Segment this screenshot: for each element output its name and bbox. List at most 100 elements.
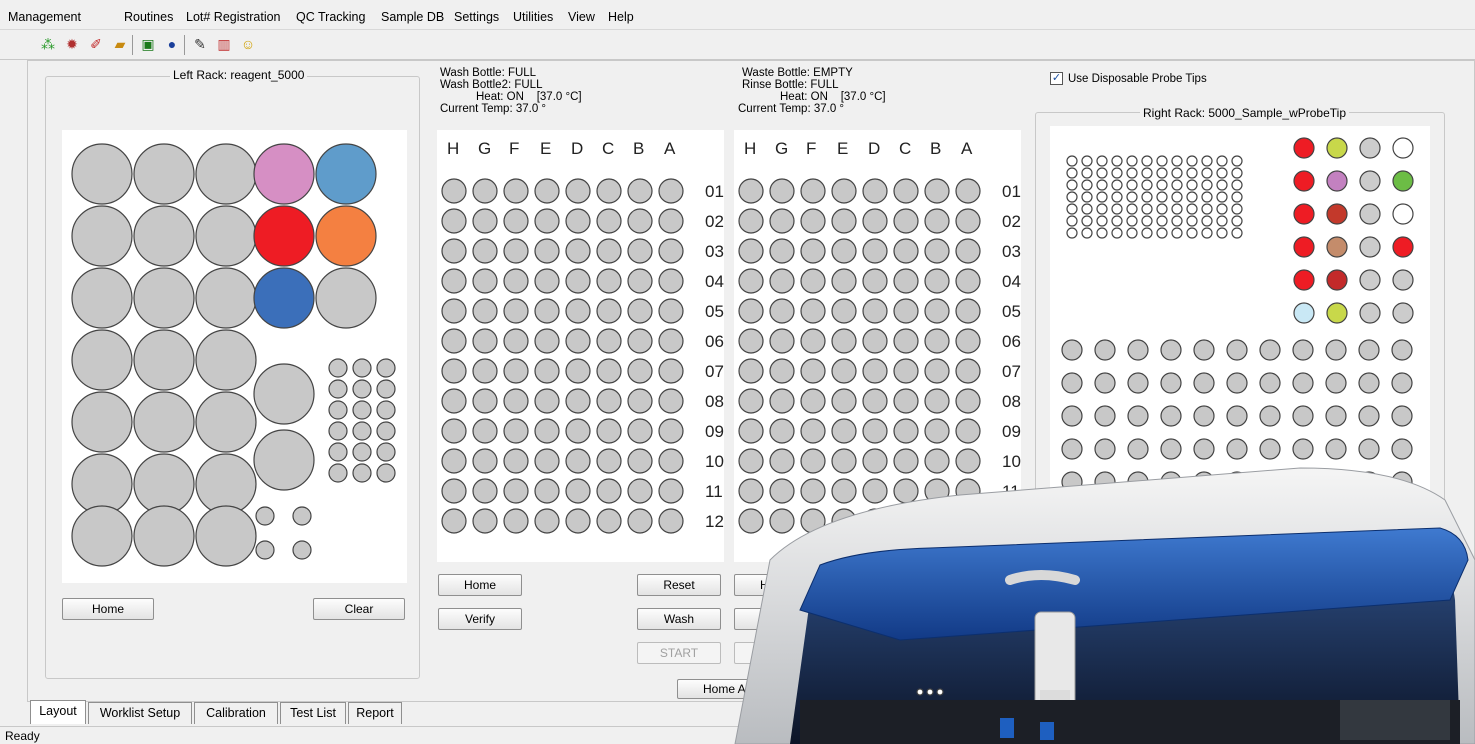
plate-1-well[interactable] xyxy=(534,208,560,234)
tools-icon[interactable]: ✐ xyxy=(86,34,106,54)
probe-tip-well[interactable] xyxy=(1096,155,1108,167)
reagent-well[interactable] xyxy=(71,267,133,329)
plate-2-well[interactable] xyxy=(924,298,950,324)
smiley-icon[interactable]: ☺ xyxy=(238,34,258,54)
probe-tip-well[interactable] xyxy=(1156,215,1168,227)
sample-well[interactable] xyxy=(1226,405,1248,427)
plate-1-well[interactable] xyxy=(534,268,560,294)
reagent-small-well[interactable] xyxy=(328,400,348,420)
plate-1-well[interactable] xyxy=(596,418,622,444)
sample-well[interactable] xyxy=(1293,137,1315,159)
probe-tip-well[interactable] xyxy=(1141,227,1153,239)
probe-tip-well[interactable] xyxy=(1186,179,1198,191)
reagent-well[interactable] xyxy=(133,391,195,453)
reagent-well[interactable] xyxy=(195,329,257,391)
sample-well[interactable] xyxy=(1259,405,1281,427)
plate-1-well[interactable] xyxy=(658,478,684,504)
probe-tip-well[interactable] xyxy=(1231,179,1243,191)
plate-2-well[interactable] xyxy=(924,238,950,264)
probe-tip-well[interactable] xyxy=(1201,155,1213,167)
plate-2-well[interactable] xyxy=(893,328,919,354)
plate-1-well[interactable] xyxy=(534,358,560,384)
reagent-small-well[interactable] xyxy=(255,540,275,560)
menu-settings[interactable]: Settings xyxy=(454,10,499,24)
plate-1-well[interactable] xyxy=(565,178,591,204)
plate-1-well[interactable] xyxy=(503,358,529,384)
sample-well[interactable] xyxy=(1358,438,1380,460)
plate-1-well[interactable] xyxy=(503,478,529,504)
reagent-small-well[interactable] xyxy=(292,506,312,526)
plate-1-well[interactable] xyxy=(565,238,591,264)
plate-1-well[interactable] xyxy=(658,388,684,414)
probe-tip-well[interactable] xyxy=(1126,191,1138,203)
sample-well[interactable] xyxy=(1391,471,1413,493)
probe-tip-well[interactable] xyxy=(1216,227,1228,239)
plate-1-well[interactable] xyxy=(503,238,529,264)
probe-tip-well[interactable] xyxy=(1066,215,1078,227)
sample-well[interactable] xyxy=(1391,372,1413,394)
plate-2-well[interactable] xyxy=(831,478,857,504)
probe-tip-well[interactable] xyxy=(1231,155,1243,167)
reagent-well[interactable] xyxy=(253,267,315,329)
plate-1-well[interactable] xyxy=(534,448,560,474)
probe-tip-well[interactable] xyxy=(1186,167,1198,179)
sample-well[interactable] xyxy=(1226,372,1248,394)
reagent-well[interactable] xyxy=(133,267,195,329)
plate-1-well[interactable] xyxy=(503,508,529,534)
probe-tip-well[interactable] xyxy=(1231,215,1243,227)
plate-2-well[interactable] xyxy=(862,178,888,204)
plate-2-well[interactable] xyxy=(800,238,826,264)
plate-1-well[interactable] xyxy=(503,178,529,204)
probe-tip-well[interactable] xyxy=(1111,227,1123,239)
plate-1-well[interactable] xyxy=(596,238,622,264)
sample-well[interactable] xyxy=(1326,203,1348,225)
plate-1-well[interactable] xyxy=(534,388,560,414)
probe-tip-well[interactable] xyxy=(1111,203,1123,215)
reagent-well[interactable] xyxy=(195,205,257,267)
plate-2-well[interactable] xyxy=(831,328,857,354)
sample-well[interactable] xyxy=(1292,372,1314,394)
sample-well[interactable] xyxy=(1359,203,1381,225)
open-folder-icon[interactable]: ▰ xyxy=(110,34,130,54)
plate-2-well[interactable] xyxy=(769,298,795,324)
sample-well[interactable] xyxy=(1293,203,1315,225)
probe-tip-well[interactable] xyxy=(1126,167,1138,179)
plate-2-well[interactable] xyxy=(955,508,981,534)
sample-well[interactable] xyxy=(1359,170,1381,192)
plate-1-well[interactable] xyxy=(441,508,467,534)
plate-1-verify-button[interactable]: Verify xyxy=(438,608,522,630)
reagent-well[interactable] xyxy=(71,453,133,515)
sample-well[interactable] xyxy=(1292,471,1314,493)
probe-tip-well[interactable] xyxy=(1126,179,1138,191)
probe-tip-well[interactable] xyxy=(1201,215,1213,227)
plate-1-well[interactable] xyxy=(596,298,622,324)
reagent-well[interactable] xyxy=(315,143,377,205)
menu-utilities[interactable]: Utilities xyxy=(513,10,553,24)
probe-tip-well[interactable] xyxy=(1231,191,1243,203)
plate-1-well[interactable] xyxy=(472,298,498,324)
plate-2-well[interactable] xyxy=(831,208,857,234)
plate-2-well[interactable] xyxy=(738,178,764,204)
plate-2-well[interactable] xyxy=(831,388,857,414)
plate-1-well[interactable] xyxy=(627,448,653,474)
sample-well[interactable] xyxy=(1259,372,1281,394)
plate-1-well[interactable] xyxy=(658,328,684,354)
plate-2-well[interactable] xyxy=(738,268,764,294)
plate-1-well[interactable] xyxy=(565,268,591,294)
plate-1-well[interactable] xyxy=(596,508,622,534)
reagent-well[interactable] xyxy=(133,329,195,391)
reagent-well[interactable] xyxy=(71,143,133,205)
plate-1-well[interactable] xyxy=(472,508,498,534)
reagent-small-well[interactable] xyxy=(376,400,396,420)
probe-tip-well[interactable] xyxy=(1096,227,1108,239)
sample-well[interactable] xyxy=(1127,405,1149,427)
plate-2-well[interactable] xyxy=(924,208,950,234)
plate-1-well[interactable] xyxy=(441,298,467,324)
plate-1-well[interactable] xyxy=(503,418,529,444)
sample-well[interactable] xyxy=(1061,471,1083,493)
sample-well[interactable] xyxy=(1292,438,1314,460)
tab-calibration[interactable]: Calibration xyxy=(194,702,278,724)
plate-2-well[interactable] xyxy=(924,448,950,474)
plate-2-well[interactable] xyxy=(831,358,857,384)
plate-1-well[interactable] xyxy=(472,448,498,474)
